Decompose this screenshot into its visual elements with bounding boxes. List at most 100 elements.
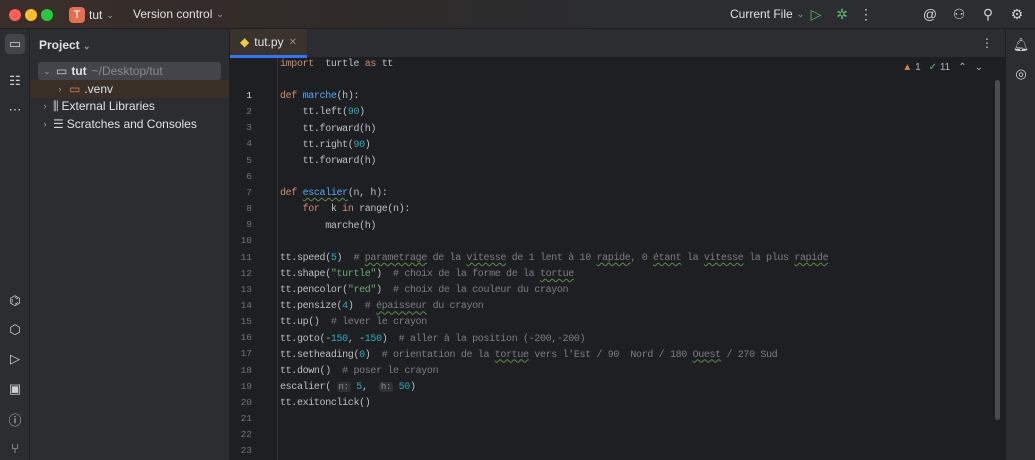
code-line[interactable]: tt.speed(5) # parametrage de la vitesse … (280, 252, 829, 264)
ai-chat-icon[interactable]: ◎ (1011, 64, 1031, 84)
debug-icon[interactable]: ✲ (834, 6, 850, 22)
parameter-hint: h: (378, 382, 393, 392)
tab-tut-py[interactable]: ◆ tut.py ✕ (230, 29, 307, 58)
code-token: tortue (539, 268, 574, 280)
code-token: import (280, 59, 314, 70)
next-highlight-icon[interactable]: ⌄ (975, 62, 983, 73)
notifications-icon[interactable]: 🔔︎ (1011, 35, 1031, 55)
run-icon[interactable]: ▷ (808, 6, 824, 22)
chevron-right-icon[interactable]: › (40, 119, 50, 129)
line-number: 16 (240, 332, 252, 344)
minimize-window-button[interactable] (25, 9, 37, 21)
code-line[interactable]: tt.forward(h) (280, 156, 377, 167)
code-line[interactable]: tt.up() # lever le crayon (280, 317, 427, 328)
code-token: "turtle" (330, 268, 377, 280)
code-token: escalier (302, 188, 349, 200)
code-token: ) (336, 252, 354, 264)
code-token: ) (359, 107, 365, 119)
close-tab-icon[interactable]: ✕ (289, 37, 297, 48)
code-token: 90 (353, 139, 365, 151)
code-token: , 0 (630, 252, 654, 264)
folder-icon[interactable]: ▭ (5, 34, 25, 54)
tree-item-external-libraries[interactable]: › ⫼ External Libraries (30, 97, 229, 115)
warnings-count[interactable]: ▲ 1 (902, 62, 920, 73)
code-token: as (364, 59, 377, 70)
code-token: vitesse (703, 252, 744, 264)
problems-icon[interactable]: ⓘ (5, 409, 25, 429)
code-line[interactable]: tt.pencolor("red") # choix de la couleur… (280, 285, 569, 297)
code-token: ) (364, 139, 371, 151)
code-line[interactable]: tt.setheading(0) # orientation de la tor… (280, 349, 778, 361)
tree-item-venv[interactable]: › ▭ .venv (30, 80, 229, 98)
more-icon[interactable]: ⋮ (858, 6, 874, 22)
project-selector[interactable]: T tut ⌄ (69, 7, 114, 23)
maximize-window-button[interactable] (41, 9, 53, 21)
code-token: 150 (330, 333, 348, 345)
line-number: 4 (246, 138, 252, 150)
version-control-menu[interactable]: Version control ⌄ (133, 7, 224, 21)
code-line[interactable]: tt.goto(-150, -150) # aller à la positio… (280, 333, 586, 345)
more-tools-icon[interactable]: ⋯ (5, 100, 25, 120)
code-token: tt.left( (280, 107, 349, 119)
editor-scrollbar[interactable] (995, 80, 1000, 420)
terminal-icon[interactable]: ▣ (5, 379, 25, 399)
code-token: ) (364, 349, 382, 361)
code-line[interactable]: tt.right(90) (280, 139, 371, 151)
code-token: vitesse (466, 252, 507, 264)
chevron-right-icon[interactable]: › (55, 84, 65, 94)
code-line[interactable]: tt.pensize(4) # épaisseur du crayon (280, 301, 484, 313)
line-number: 14 (240, 299, 252, 311)
editor-tab-bar: ◆ tut.py ✕ ⋮ (230, 29, 1005, 58)
code-token: du crayon (426, 301, 484, 313)
inspection-widget[interactable]: ▲ 1 ✓ 11 ⌃ ⌄ (902, 62, 983, 73)
line-number: 8 (246, 203, 252, 215)
code-line[interactable]: tt.shape("turtle") # choix de la forme d… (280, 269, 574, 280)
add-user-icon[interactable]: ⚇ (951, 6, 967, 22)
code-line[interactable]: tt.down() # poser le crayon (280, 366, 439, 377)
code-line[interactable]: import turtle as tt (280, 59, 393, 70)
typo-count[interactable]: ✓ 11 (929, 62, 951, 73)
chevron-down-icon: ⌄ (216, 8, 224, 19)
code-token: étant (653, 252, 682, 264)
editor[interactable]: ◆ tut.py ✕ ⋮ ▲ 1 ✓ 11 ⌃ ⌄ 1 2 3 4 5 6 7 8 9 10 11 1… (230, 29, 1005, 460)
python-packages-icon[interactable]: ⌬ (5, 291, 25, 311)
code-line[interactable]: escalier( n: 5, h: 50) (280, 382, 416, 393)
line-number: 9 (246, 219, 252, 231)
tree-item-label: External Libraries (61, 99, 155, 113)
chevron-down-icon[interactable]: ⌄ (42, 66, 52, 77)
project-panel-title[interactable]: Project ⌄ (39, 38, 91, 52)
line-number: 11 (240, 251, 252, 263)
code-token: tt.pencolor( (280, 285, 348, 297)
code-line[interactable]: def marche(h): (280, 91, 359, 102)
code-token: 90 (347, 107, 360, 119)
code-line[interactable]: def escalier(n, h): (280, 188, 388, 200)
scratches-icon: ☰ (53, 117, 64, 131)
code-line[interactable]: marche(h) (280, 221, 376, 232)
code-token: tt.speed( (280, 252, 331, 264)
run-config-selector[interactable]: Current File ⌄ (730, 7, 804, 21)
line-number: 19 (240, 380, 252, 392)
code-line[interactable]: tt.exitonclick() (280, 398, 371, 409)
git-icon[interactable]: ⑂ (5, 438, 25, 458)
parameter-hint: n: (336, 382, 351, 392)
code-line[interactable]: for k in range(n): (280, 204, 411, 215)
code-line[interactable]: tt.left(90) (280, 107, 366, 119)
code-line[interactable]: tt.forward(h) (280, 124, 377, 135)
tree-item-tut[interactable]: ⌄ ▭ tut ~/Desktop/tut (38, 62, 221, 80)
ai-assistant-icon[interactable]: @ (922, 6, 938, 22)
services-icon[interactable]: ⬡ (5, 320, 25, 340)
run-tool-icon[interactable]: ▷ (5, 349, 25, 369)
search-icon[interactable]: ⚲ (980, 6, 996, 22)
code-token: ) (347, 301, 365, 313)
structure-icon[interactable]: ☷ (5, 71, 25, 91)
code-token: rapide (794, 252, 829, 264)
code-token: la (681, 252, 704, 264)
tree-item-scratches[interactable]: › ☰ Scratches and Consoles (30, 115, 229, 133)
chevron-right-icon[interactable]: › (40, 101, 50, 111)
tab-options-icon[interactable]: ⋮ (981, 36, 993, 50)
code-token: # aller à la position (-200,-200) (398, 333, 586, 345)
settings-icon[interactable]: ⚙ (1009, 6, 1025, 22)
folder-icon: ▭ (56, 64, 68, 78)
close-window-button[interactable] (9, 9, 21, 21)
previous-highlight-icon[interactable]: ⌃ (958, 62, 966, 73)
